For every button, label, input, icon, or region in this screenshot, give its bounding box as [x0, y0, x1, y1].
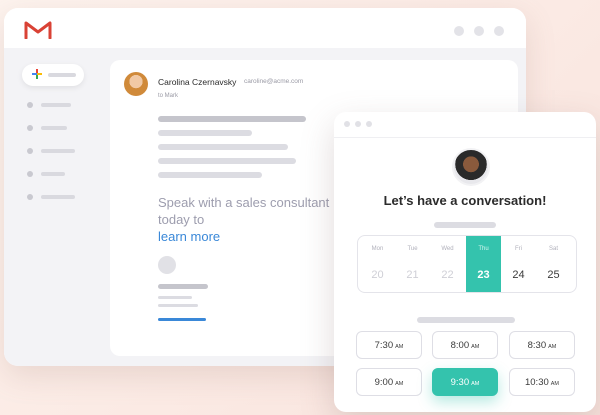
- scheduler-title: Let’s have a conversation!: [383, 193, 547, 208]
- text-placeholder-line: [158, 130, 252, 136]
- time-slot-button[interactable]: 8:00 AM: [432, 331, 498, 359]
- signature-avatar-placeholder: [158, 256, 176, 274]
- signature-placeholder-line: [158, 296, 192, 299]
- signature-placeholder-line: [158, 304, 198, 307]
- date-picker: Mon 20 Tue 21 Wed 22 Thu 23 Fri 24 Sat 2…: [357, 235, 577, 293]
- text-placeholder-line: [158, 158, 296, 164]
- signature-placeholder-line: [158, 284, 208, 289]
- window-dot-icon[interactable]: [454, 26, 464, 36]
- date-cell[interactable]: Sat 25: [538, 236, 569, 292]
- time-value: 9:00: [374, 377, 394, 388]
- time-slot-button[interactable]: 7:30 AM: [356, 331, 422, 359]
- sender-email: caroline@acme.com: [244, 78, 304, 85]
- time-period: AM: [471, 344, 480, 350]
- time-value: 8:30: [527, 340, 547, 351]
- time-slot-button[interactable]: 9:00 AM: [356, 368, 422, 396]
- time-slot-button[interactable]: 8:30 AM: [509, 331, 575, 359]
- date-number: 20: [371, 269, 384, 281]
- window-dot-icon[interactable]: [355, 121, 361, 127]
- scheduler-titlebar: [334, 112, 596, 138]
- sender-avatar: [124, 72, 148, 96]
- window-controls: [344, 121, 372, 127]
- window-dot-icon[interactable]: [494, 26, 504, 36]
- email-message: Speak with a sales consultant today to l…: [158, 194, 338, 245]
- time-period: AM: [395, 381, 404, 387]
- date-cell[interactable]: Mon 20: [362, 236, 393, 292]
- weekday-label: Sat: [548, 246, 558, 252]
- text-placeholder-line: [158, 144, 288, 150]
- time-period: AM: [471, 381, 480, 387]
- weekday-label: Fri: [515, 246, 522, 252]
- scheduler-window: Let’s have a conversation! Mon 20 Tue 21…: [334, 112, 596, 412]
- consultant-avatar: [452, 148, 490, 186]
- compose-label-placeholder: [48, 73, 76, 77]
- time-value: 10:30: [524, 377, 549, 388]
- weekday-label: Mon: [371, 246, 384, 252]
- date-number: 22: [441, 269, 454, 281]
- time-value: 7:30: [374, 340, 394, 351]
- weekday-label: Thu: [478, 246, 489, 252]
- date-number: 25: [547, 269, 560, 281]
- date-number: 21: [406, 269, 419, 281]
- message-text: Speak with a sales consultant today to: [158, 195, 330, 227]
- date-number: 24: [512, 269, 525, 281]
- time-slot-button-selected[interactable]: 9:30 AM: [432, 368, 498, 396]
- date-cell-selected[interactable]: Thu 23: [466, 236, 501, 292]
- recipient-line: to Mark: [158, 93, 179, 99]
- text-placeholder-line: [158, 116, 306, 122]
- plus-icon: [32, 69, 42, 79]
- date-cell[interactable]: Wed 22: [432, 236, 463, 292]
- weekday-label: Wed: [441, 246, 454, 252]
- text-placeholder-line: [417, 317, 515, 323]
- text-placeholder-line: [434, 222, 496, 228]
- date-cell[interactable]: Fri 24: [503, 236, 534, 292]
- window-controls: [454, 26, 504, 36]
- window-dot-icon[interactable]: [344, 121, 350, 127]
- compose-button[interactable]: [22, 64, 84, 86]
- time-value: 8:00: [450, 340, 470, 351]
- time-period: AM: [395, 344, 404, 350]
- text-placeholder-line: [158, 172, 262, 178]
- time-slot-button[interactable]: 10:30 AM: [509, 368, 575, 396]
- weekday-label: Tue: [407, 246, 418, 252]
- learn-more-link[interactable]: learn more: [158, 228, 338, 245]
- time-value: 9:30: [450, 377, 470, 388]
- link-underline: [158, 318, 206, 321]
- date-number: 23: [477, 269, 490, 281]
- time-period: AM: [548, 344, 557, 350]
- date-cell[interactable]: Tue 21: [397, 236, 428, 292]
- window-dot-icon[interactable]: [366, 121, 372, 127]
- time-period: AM: [550, 381, 560, 387]
- window-dot-icon[interactable]: [474, 26, 484, 36]
- gmail-titlebar: [4, 8, 526, 48]
- sender-name: Carolina Czernavsky: [158, 77, 237, 87]
- gmail-logo-icon: [24, 21, 52, 39]
